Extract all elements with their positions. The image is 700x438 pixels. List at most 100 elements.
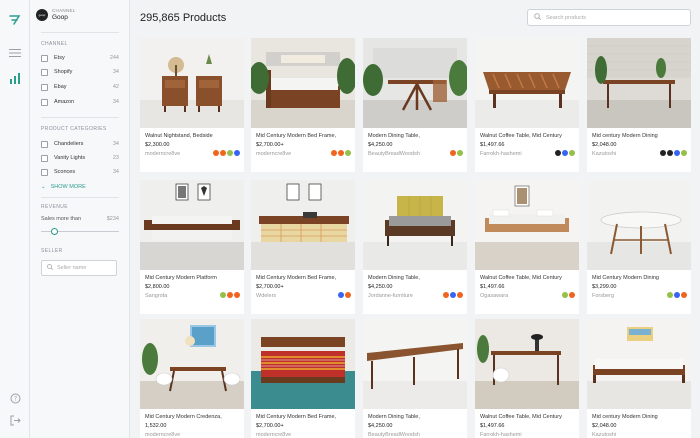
product-seller[interactable]: Farrokh-hashemi <box>480 432 522 438</box>
product-title[interactable]: Walnut Nightstand, Bedside <box>145 133 243 139</box>
product-seller[interactable]: BeautyBreadWoodsh <box>368 151 420 157</box>
logout-icon[interactable] <box>7 412 23 428</box>
filter-channel-etsy[interactable]: Etsy 244 <box>41 53 119 63</box>
channel-badge-etsy <box>345 292 351 298</box>
product-card[interactable]: Mid Century Modern Bed Frame, $2,700.00+… <box>251 180 355 314</box>
checkbox[interactable] <box>41 154 48 162</box>
product-card[interactable]: Mid Century Modern Bed Frame, $2,700.00+… <box>251 38 355 172</box>
product-seller[interactable]: Kazutoshi <box>592 151 616 157</box>
checkbox[interactable] <box>41 98 48 106</box>
product-title[interactable]: Walnut Coffee Table, Mid Century <box>480 414 578 420</box>
product-title[interactable]: Mid century Modern Dining <box>592 414 690 420</box>
channel-switcher[interactable]: goop CHANNEL Goop <box>36 8 76 21</box>
show-more-button[interactable]: ⌄ SHOW MORE <box>41 184 91 190</box>
product-card[interactable]: Modern Dining Table, $4,250.00 Jordanne-… <box>363 180 467 314</box>
product-image[interactable] <box>587 38 691 128</box>
product-image[interactable] <box>140 319 244 409</box>
product-price: $2,300.00 <box>145 142 170 148</box>
product-image[interactable] <box>587 180 691 270</box>
list-icon[interactable] <box>7 45 23 61</box>
product-seller[interactable]: Kazutoshi <box>592 432 616 438</box>
product-image[interactable] <box>475 38 579 128</box>
product-title[interactable]: Mid Century Modern Bed Frame, <box>256 133 354 139</box>
product-card[interactable]: Mid century Modern Dining $2,048.00 Kazu… <box>587 38 691 172</box>
product-seller[interactable]: Farrokh-hashemi <box>480 151 522 157</box>
filter-channel-amazon[interactable]: Amazon 34 <box>41 97 119 107</box>
product-seller[interactable]: Sangrota <box>145 293 167 299</box>
checkbox[interactable] <box>41 140 48 148</box>
filter-category-vanity-lights[interactable]: Vanity Lights 23 <box>41 153 119 163</box>
product-card[interactable]: Walnut Coffee Table, Mid Century $1,497.… <box>475 180 579 314</box>
product-seller[interactable]: Ogasawara <box>480 293 508 299</box>
channel-badge-etsy <box>338 150 344 156</box>
filter-channel-ebay[interactable]: Ebay 42 <box>41 82 119 92</box>
product-card[interactable]: Mid Century Modern Platform $2,800.00 Sa… <box>140 180 244 314</box>
checkbox[interactable] <box>41 54 48 62</box>
channel-badge-shopify <box>345 150 351 156</box>
product-image[interactable] <box>251 38 355 128</box>
checkbox[interactable] <box>41 68 48 76</box>
product-title[interactable]: Mid Century Modern Credenza, <box>145 414 243 420</box>
seller-name-input[interactable]: Seller name <box>41 260 117 276</box>
svg-text:?: ? <box>13 395 16 402</box>
product-image[interactable] <box>363 319 467 409</box>
filter-category-sconces[interactable]: Sconces 34 <box>41 167 119 177</box>
product-card[interactable]: Mid Century Modern Bed Frame, $2,700.00+… <box>251 319 355 438</box>
channel-badges <box>666 292 687 298</box>
product-seller[interactable]: Wdelers <box>256 293 276 299</box>
product-title[interactable]: Mid century Modern Dining <box>592 133 690 139</box>
category-heading: PRODUCT CATEGORIES <box>41 126 107 132</box>
product-price: $1,497.66 <box>480 284 505 290</box>
product-card[interactable]: Walnut Nightstand, Bedside $2,300.00 mod… <box>140 38 244 172</box>
filter-channel-shopify[interactable]: Shopify 34 <box>41 67 119 77</box>
product-image[interactable] <box>363 180 467 270</box>
product-seller[interactable]: moderncre8ve <box>145 151 180 157</box>
product-image[interactable] <box>140 38 244 128</box>
product-title[interactable]: Mid Century Modern Bed Frame, <box>256 414 354 420</box>
product-seller[interactable]: moderncre8ve <box>256 151 291 157</box>
filter-category-chandeliers[interactable]: Chandeliers 34 <box>41 139 119 149</box>
product-card[interactable]: Mid century Modern Dining $2,048.00 Kazu… <box>587 319 691 438</box>
product-price: $2,700.00+ <box>256 423 284 429</box>
product-image[interactable] <box>475 319 579 409</box>
product-card[interactable]: Modern Dining Table, $4,250.00 BeautyBre… <box>363 319 467 438</box>
product-title[interactable]: Mid Century Modern Bed Frame, <box>256 275 354 281</box>
product-price: $3,299.00 <box>592 284 617 290</box>
product-card[interactable]: Walnut Coffee Table, Mid Century $1,497.… <box>475 319 579 438</box>
checkbox[interactable] <box>41 83 48 91</box>
product-image[interactable] <box>587 319 691 409</box>
product-title[interactable]: Modern Dining Table, <box>368 414 466 420</box>
search-products-input[interactable]: Search products <box>527 9 691 26</box>
product-title[interactable]: Walnut Coffee Table, Mid Century <box>480 133 578 139</box>
product-card[interactable]: Modern Dining Table, $4,250.00 BeautyBre… <box>363 38 467 172</box>
product-image[interactable] <box>140 180 244 270</box>
product-image[interactable] <box>251 180 355 270</box>
channel-badge-etsy <box>443 292 449 298</box>
product-seller[interactable]: moderncre8ve <box>145 432 180 438</box>
product-seller[interactable]: moderncre8ve <box>256 432 291 438</box>
product-image[interactable] <box>363 38 467 128</box>
product-card[interactable]: Mid Century Modern Dining $3,299.00 Fors… <box>587 180 691 314</box>
app-logo-icon[interactable] <box>7 12 23 28</box>
channel-badges <box>337 292 351 298</box>
product-title[interactable]: Walnut Coffee Table, Mid Century <box>480 275 578 281</box>
help-icon[interactable]: ? <box>7 390 23 406</box>
product-title[interactable]: Mid Century Modern Platform <box>145 275 243 281</box>
channel-badge-dark <box>660 150 666 156</box>
product-title[interactable]: Mid Century Modern Dining <box>592 275 690 281</box>
product-title[interactable]: Modern Dining Table, <box>368 275 466 281</box>
chart-icon[interactable] <box>7 70 23 86</box>
product-image[interactable] <box>475 180 579 270</box>
product-image[interactable] <box>251 319 355 409</box>
product-card[interactable]: Walnut Coffee Table, Mid Century $1,497.… <box>475 38 579 172</box>
product-seller[interactable]: BeautyBreadWoodsh <box>368 432 420 438</box>
revenue-slider-handle[interactable] <box>51 228 58 235</box>
product-title[interactable]: Modern Dining Table, <box>368 133 466 139</box>
channel-label: CHANNEL <box>52 8 76 13</box>
product-seller[interactable]: Jordanne-furniture <box>368 293 413 299</box>
channel-badge-shopify <box>457 150 463 156</box>
product-card[interactable]: Mid Century Modern Credenza, 1,532.00 mo… <box>140 319 244 438</box>
checkbox[interactable] <box>41 168 48 176</box>
channel-badges <box>330 150 351 156</box>
product-seller[interactable]: Forsberg <box>592 293 614 299</box>
